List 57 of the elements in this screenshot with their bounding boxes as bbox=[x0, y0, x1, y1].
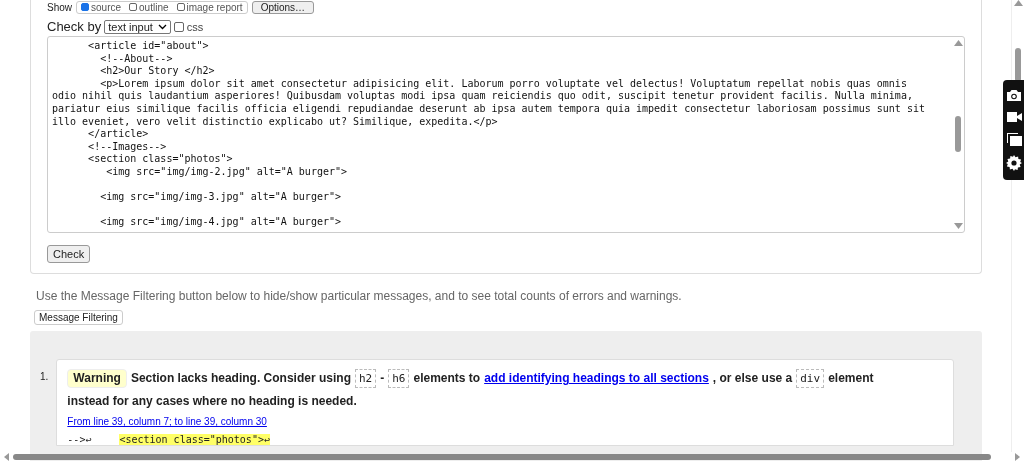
scrollbar-thumb[interactable] bbox=[1015, 48, 1021, 82]
options-button[interactable]: Options… bbox=[251, 0, 315, 14]
check-by-select[interactable]: text input bbox=[104, 19, 171, 34]
message-text: , or else use a bbox=[712, 370, 793, 387]
checkbox[interactable] bbox=[129, 3, 138, 11]
message-text: instead for any cases where no heading is needed. bbox=[67, 393, 357, 410]
checkbox-label: image report bbox=[186, 1, 243, 13]
checkbox-label: outline bbox=[139, 1, 169, 13]
source-line: odio nihil quis laudantium asperiores! Quibusdam voluptas modi ipsa quam reiciendis quo odit, suscipit tenetur provident facilis. Nulla minima, bbox=[52, 90, 914, 103]
source-line: <section class="photos"> bbox=[87, 153, 234, 166]
warning-badge: Warning bbox=[67, 369, 127, 388]
source-line: <p>Lorem ipsum dolor sit amet consectetur adipisicing elit. Laborum porro voluptate vel delectus! Voluptatum repellat nobis quas omnis bbox=[99, 77, 908, 91]
message-number: 1. bbox=[40, 371, 49, 384]
source-line: illo eveniet, vero velit distinctio explicabo ut? Similique, expedita.</p> bbox=[52, 115, 499, 129]
source-line: <img src="img/img-4.jpg" alt="A burger"> bbox=[99, 216, 342, 229]
scroll-up-icon[interactable] bbox=[1013, 0, 1023, 6]
checkbox-label: source bbox=[91, 1, 122, 13]
scrollbar-thumb[interactable] bbox=[13, 453, 991, 460]
location-link[interactable]: From line 39, column 7; to line 39, column 30 bbox=[67, 416, 267, 427]
windows-icon[interactable] bbox=[1005, 132, 1022, 147]
message-filtering-button[interactable]: Message Filtering bbox=[34, 310, 123, 325]
extract-text: -->↩ bbox=[67, 434, 92, 445]
source-line: pariatur eius similique facilis officia eligendi repudiandae deserunt ab ipsa autem tempora quia impedit consectetur laboriosam possimus sunt sit bbox=[52, 102, 926, 116]
message-text: - bbox=[380, 370, 385, 387]
show-label: Show bbox=[47, 1, 72, 13]
filter-note: Use the Message Filtering button below to hide/show particular messages, and to see total counts of errors and warnings. bbox=[36, 289, 683, 303]
checkbox[interactable] bbox=[173, 21, 184, 32]
chevron-down-icon bbox=[157, 23, 167, 30]
message-text: elements to bbox=[413, 370, 481, 387]
message-text: Section lacks heading. Consider using bbox=[130, 370, 351, 387]
source-line: </article> bbox=[87, 128, 150, 141]
source-line: <!--Images--> bbox=[87, 140, 168, 154]
settings-icon[interactable] bbox=[1005, 155, 1022, 172]
source-line: <img src="img/img-2.jpg" alt="A burger"> bbox=[105, 165, 348, 179]
camera-icon[interactable] bbox=[1005, 88, 1022, 102]
highlighted-extract: <section class="photos">↩ bbox=[119, 434, 270, 445]
check-by-label: Check by bbox=[47, 19, 102, 34]
scrollbar-thumb[interactable] bbox=[955, 116, 961, 152]
scroll-right-icon[interactable] bbox=[1015, 452, 1020, 461]
checkbox[interactable] bbox=[176, 3, 185, 11]
source-line: <article id="about"> bbox=[87, 40, 210, 53]
message-text: element bbox=[828, 370, 874, 387]
code-term: h6 bbox=[388, 369, 410, 388]
source-textarea[interactable] bbox=[47, 36, 965, 233]
scroll-down-icon[interactable] bbox=[953, 223, 963, 229]
css-label: css bbox=[186, 20, 204, 33]
scroll-left-icon[interactable] bbox=[4, 452, 9, 461]
check-button[interactable]: Check bbox=[47, 245, 91, 263]
code-term: div bbox=[796, 369, 825, 388]
checkbox[interactable] bbox=[81, 3, 89, 11]
message-link[interactable]: add identifying headings to all sections bbox=[484, 370, 709, 387]
scroll-up-icon[interactable] bbox=[953, 40, 963, 46]
source-line: <h2>Our Story </h2> bbox=[99, 65, 216, 78]
video-camera-icon[interactable] bbox=[1005, 110, 1022, 123]
code-term: h2 bbox=[354, 369, 377, 388]
source-line: <!--About--> bbox=[99, 52, 174, 66]
source-line: <img src="img/img-3.jpg" alt="A burger"> bbox=[99, 191, 342, 204]
